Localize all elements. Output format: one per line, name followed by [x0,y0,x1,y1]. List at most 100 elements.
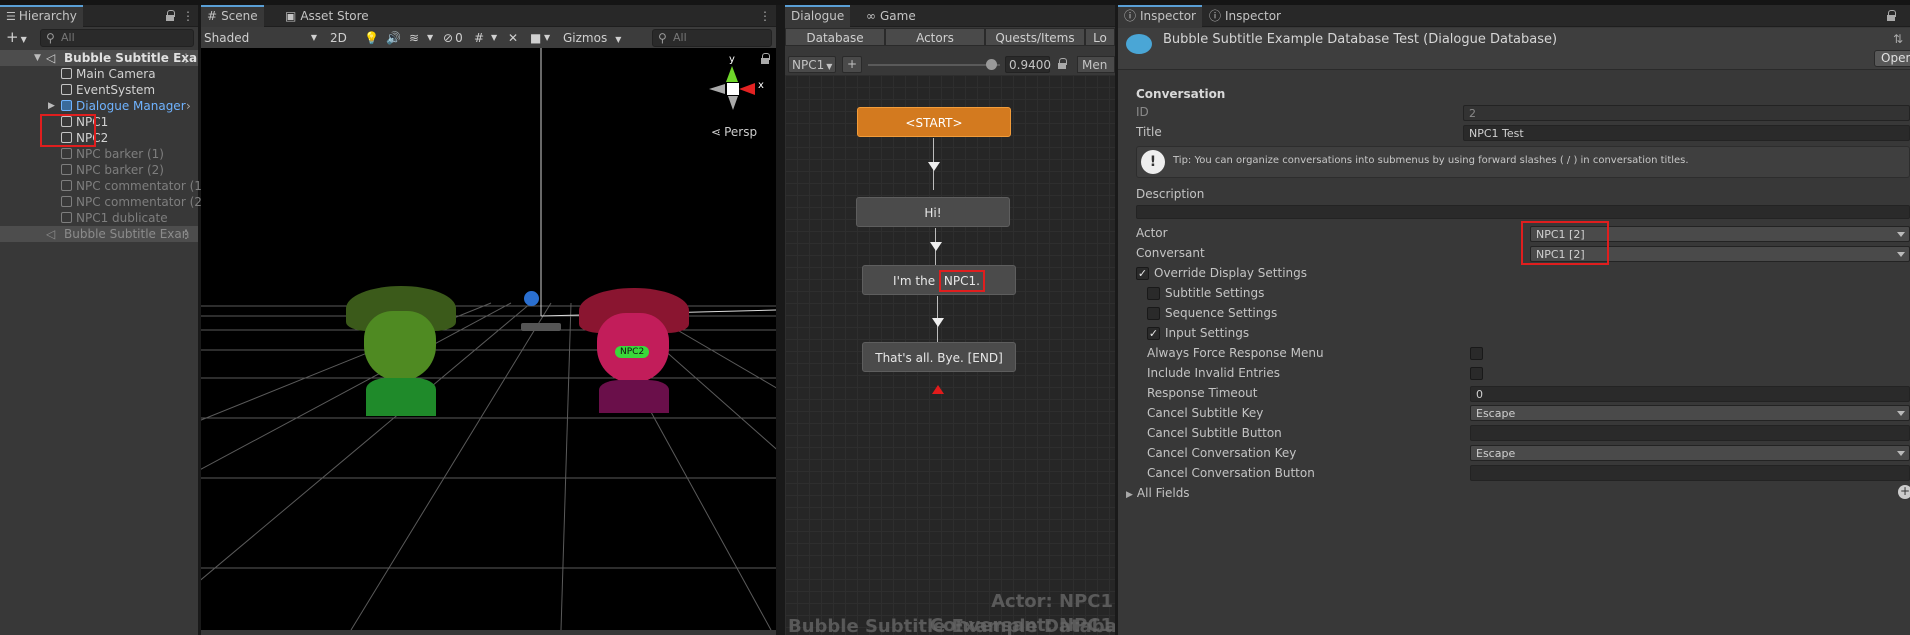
input-settings-label: Input Settings [1165,326,1250,340]
include-invalid-checkbox[interactable] [1470,367,1483,380]
unity-scene-icon: ◁ [46,51,56,65]
npc2-character[interactable]: NPC2 [579,288,689,413]
override-display-checkbox[interactable]: ✓ [1136,267,1149,280]
actor-label: Actor [1136,226,1168,240]
tab-inspector-1[interactable]: ⓘ Inspector [1118,5,1202,27]
tools-icon[interactable]: ✕ [508,30,518,46]
tab-asset-store[interactable]: ▣ Asset Store [279,5,375,27]
subtab-actors[interactable]: Actors [885,28,985,46]
subtab-quests-items[interactable]: Quests/Items [985,28,1085,46]
conversation-dropdown[interactable]: NPC1 ▼ [788,56,836,73]
conversation-section-label: Conversation [1136,87,1226,101]
chevron-down-icon: ▼ [310,33,317,42]
audio-icon[interactable]: 🔊 [386,30,401,46]
title-field[interactable]: NPC1 Test [1463,125,1910,141]
zoom-slider-thumb[interactable] [986,59,998,70]
actor-overlay: Actor: NPC1 [991,591,1113,612]
gizmos-dropdown[interactable]: Gizmos ▼ [563,30,621,46]
input-settings-checkbox[interactable]: ✓ [1147,327,1160,340]
cancel-subtitle-key-dropdown[interactable]: Escape [1470,405,1910,421]
camera-gizmo[interactable] [521,323,561,331]
hierarchy-item-npc2[interactable]: NPC2 [0,130,198,146]
hierarchy-item-npc-barker-2[interactable]: NPC barker (2) [0,162,198,178]
id-label: ID [1136,105,1149,119]
add-object-button[interactable]: + ▼ [6,29,27,45]
effects-icon[interactable]: ≋ [409,30,419,46]
cancel-conversation-button-field[interactable] [1470,465,1910,481]
scene-viewport[interactable]: NPC2 y x ⋖ Persp [201,48,776,630]
subtab-database[interactable]: Database [785,28,885,46]
dialogue-canvas[interactable]: <START> Hi! I'm the NPC1. That's all. By… [785,75,1115,635]
tab-inspector-2[interactable]: ⓘ Inspector [1203,5,1287,27]
zoom-slider-track[interactable] [868,64,1000,66]
inspector-tabbar: ⓘ Inspector ⓘ Inspector [1118,5,1910,27]
npc1-body [366,378,436,416]
subtab-locations[interactable]: Lo [1085,28,1115,46]
cancel-subtitle-button-field[interactable] [1470,425,1910,441]
hierarchy-item-main-camera[interactable]: Main Camera [0,66,198,82]
ground-grid [201,48,776,630]
title-label: Title [1136,125,1162,139]
chevron-down-icon[interactable]: ▼ [491,30,497,46]
lock-icon[interactable] [1886,10,1896,22]
npc1-character[interactable] [346,286,456,416]
toggle-2d-button[interactable]: 2D [330,30,347,46]
tab-dialogue[interactable]: Dialogue [785,5,851,27]
node-end[interactable]: That's all. Bye. [END] [862,342,1016,372]
subtitle-settings-checkbox[interactable] [1147,287,1160,300]
camera-icon[interactable]: ■ [530,30,541,46]
gamepad-icon: ∞ [866,9,876,23]
chevron-down-icon[interactable]: ▼ [427,30,433,46]
add-field-icon[interactable]: + [1898,485,1910,499]
kebab-menu-icon[interactable]: ⋮ [180,226,192,242]
cancel-conversation-key-dropdown[interactable]: Escape [1470,445,1910,461]
dialogue-manager-gizmo[interactable] [524,291,539,306]
hidden-objects-toggle[interactable]: ⊘ 0 [443,30,463,46]
second-scene-row[interactable]: ◁ Bubble Subtitle Exan ⋮ [0,226,198,242]
grid-snapping-icon[interactable]: # [474,30,484,46]
sequence-settings-checkbox[interactable] [1147,307,1160,320]
perspective-toggle[interactable]: ⋖ Persp [711,125,757,139]
kebab-menu-icon[interactable]: ⋮ [182,8,194,24]
add-conversation-button[interactable]: + [842,56,862,73]
chevron-down-icon: ▼ [615,35,622,44]
open-button[interactable]: Open [1874,50,1910,67]
hierarchy-item-npc-commentator-2[interactable]: NPC commentator (2) [0,194,207,210]
cancel-conversation-key-label: Cancel Conversation Key [1147,446,1297,460]
zoom-value-field[interactable]: 0.9400 [1005,56,1051,73]
lighting-icon[interactable]: 💡 [364,30,379,46]
all-fields-foldout[interactable]: ▶ All Fields [1126,486,1190,500]
hierarchy-item-dialogue-manager[interactable]: ▶ Dialogue Manager › [0,98,198,114]
kebab-menu-icon[interactable]: ⋮ [759,8,771,24]
tab-scene[interactable]: # Scene [201,5,264,27]
always-force-checkbox[interactable] [1470,347,1483,360]
hierarchy-item-eventsystem[interactable]: EventSystem [0,82,198,98]
lock-icon[interactable] [165,10,175,22]
node-im-the-npc1[interactable]: I'm the NPC1. [862,265,1016,295]
hierarchy-item-npc-commentator-1[interactable]: NPC commentator (1) [0,178,207,194]
lock-icon[interactable] [1057,58,1067,70]
id-field: 2 [1463,105,1910,121]
shading-mode-dropdown[interactable]: Shaded ▼ [204,30,317,46]
menu-button[interactable]: Men [1077,56,1115,73]
chevron-down-icon[interactable]: ▼ [544,30,550,46]
scene-search-input[interactable]: All [652,29,772,47]
chevron-down-icon: ▼ [34,53,41,63]
chevron-right-icon[interactable]: › [186,98,191,114]
chevron-down-icon: ▼ [826,62,833,71]
hierarchy-search-input[interactable]: All [40,29,194,47]
settings-slider-icon[interactable]: ⇅ [1893,32,1903,46]
scene-orientation-gizmo[interactable]: y x [698,54,768,126]
tab-game[interactable]: ∞ Game [860,5,922,27]
kebab-menu-icon[interactable]: ⋮ [180,50,192,66]
hierarchy-item-npc1-dublicate[interactable]: NPC1 dublicate [0,210,198,226]
node-start[interactable]: <START> [857,107,1011,137]
description-field[interactable] [1136,205,1910,219]
hierarchy-item-npc1[interactable]: NPC1 [0,114,198,130]
response-timeout-field[interactable]: 0 [1470,386,1910,402]
hierarchy-item-npc-barker-1[interactable]: NPC barker (1) [0,146,198,162]
tab-hierarchy[interactable]: ☰ Hierarchy [0,5,83,27]
scene-root-row[interactable]: ▼ ◁ Bubble Subtitle Exa ⋮ [0,50,198,66]
node-hi[interactable]: Hi! [856,197,1010,227]
lock-icon[interactable] [760,53,770,65]
